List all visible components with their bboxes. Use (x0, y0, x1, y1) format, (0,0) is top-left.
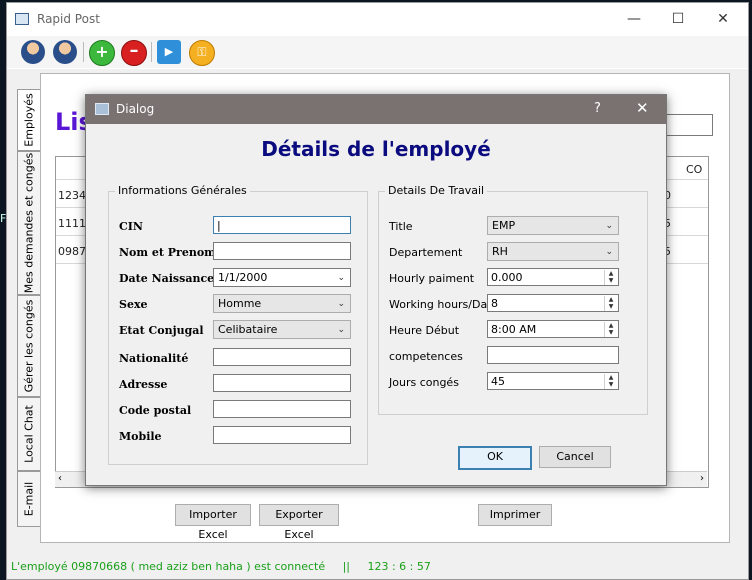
postal-label: Code postal (119, 404, 192, 417)
export-excel-button[interactable]: Exporter Excel (259, 504, 339, 541)
adresse-label: Adresse (119, 378, 168, 391)
play-icon[interactable]: ▶ (157, 40, 181, 64)
print-button[interactable]: Imprimer (478, 504, 552, 526)
remove-icon[interactable]: – (121, 40, 147, 66)
group-title: Informations Générales (115, 184, 250, 197)
jours-spinbox[interactable]: 45 ▲ ▼ (487, 372, 619, 390)
start-time-spinbox[interactable]: 8:00 AM ▲ ▼ (487, 320, 619, 338)
add-icon[interactable]: + (89, 40, 115, 66)
status-bar: L'employé 09870668 ( med aziz ben haha )… (11, 560, 431, 573)
tab-email[interactable]: E-mail (17, 471, 40, 527)
chevron-down-icon: ⌄ (605, 247, 613, 257)
dialog-close-button[interactable]: ✕ (636, 99, 649, 117)
employee-details-dialog: Dialog ? ✕ Détails de l'employé Informat… (85, 94, 667, 486)
column-header: CO (686, 163, 703, 176)
spin-arrows-icon: ▲ ▼ (604, 270, 617, 285)
nom-label: Nom et Prenom (119, 246, 216, 259)
dialog-heading: Détails de l'employé (261, 137, 491, 161)
chevron-down-icon: ⌄ (337, 325, 345, 335)
etat-select[interactable]: Celibataire ⌄ (213, 320, 351, 339)
work-details-group: Details De Travail Title EMP ⌄ Departemen… (378, 184, 648, 415)
tab-local-chat[interactable]: Local Chat (17, 397, 40, 471)
scroll-left-icon[interactable]: ‹ (58, 473, 62, 484)
hourly-label: Hourly paiment (389, 272, 475, 285)
date-picker[interactable]: 1/1/2000 ⌄ (213, 268, 351, 287)
tab-mes-demandes[interactable]: Mes demandes et congés (17, 151, 40, 295)
maximize-button[interactable]: ☐ (663, 7, 693, 31)
title-bar: Rapid Post — ☐ ✕ (7, 3, 748, 35)
sexe-select[interactable]: Homme ⌄ (213, 294, 351, 313)
tab-gerer-conges[interactable]: Gérer les congés (17, 295, 40, 397)
remove-user-icon[interactable] (53, 40, 77, 64)
tab-employes[interactable]: Employés (17, 89, 40, 151)
general-info-group: Informations Générales CIN | Nom et Pren… (108, 184, 368, 465)
chevron-down-icon: ⌄ (337, 273, 345, 283)
key-icon[interactable]: ⚿ (189, 40, 215, 66)
help-button[interactable]: ? (594, 101, 601, 116)
cin-label: CIN (119, 220, 143, 233)
mobile-input[interactable] (213, 426, 351, 444)
spin-arrows-icon: ▲ ▼ (604, 296, 617, 311)
ok-button[interactable]: OK (458, 446, 532, 470)
etat-label: Etat Conjugal (119, 324, 204, 337)
toolbar-separator (151, 42, 152, 62)
date-label: Date Naissance (119, 272, 215, 285)
import-excel-button[interactable]: Importer Excel (175, 504, 251, 541)
nationalite-label: Nationalité (119, 352, 189, 365)
add-user-icon[interactable] (21, 40, 45, 64)
nom-input[interactable] (213, 242, 351, 260)
chevron-down-icon: ⌄ (337, 299, 345, 309)
spin-arrows-icon: ▲ ▼ (604, 374, 617, 389)
hours-label: Working hours/Day (389, 298, 494, 311)
adresse-input[interactable] (213, 374, 351, 392)
hours-spinbox[interactable]: 8 ▲ ▼ (487, 294, 619, 312)
toolbar: + – ▶ ⚿ (7, 36, 748, 68)
chevron-down-icon: ⌄ (605, 221, 613, 231)
cin-input[interactable]: | (213, 216, 351, 234)
mobile-label: Mobile (119, 430, 162, 443)
toolbar-separator (83, 42, 84, 62)
dialog-app-icon (95, 103, 109, 115)
dialog-title-bar: Dialog ? ✕ (86, 95, 666, 124)
scroll-right-icon[interactable]: › (700, 473, 704, 484)
cancel-button[interactable]: Cancel (539, 446, 611, 468)
hourly-spinbox[interactable]: 0.000 ▲ ▼ (487, 268, 619, 286)
dept-select[interactable]: RH ⌄ (487, 242, 619, 261)
close-button[interactable]: ✕ (708, 7, 738, 31)
minimize-button[interactable]: — (619, 7, 649, 31)
dialog-title: Dialog (116, 102, 155, 116)
postal-input[interactable] (213, 400, 351, 418)
start-label: Heure Début (389, 324, 460, 337)
spin-arrows-icon: ▲ ▼ (604, 322, 617, 337)
competences-input[interactable] (487, 346, 619, 364)
competences-label: competences (389, 350, 463, 363)
group-title: Details De Travail (385, 184, 488, 197)
sexe-label: Sexe (119, 298, 148, 311)
dept-label: Departement (389, 246, 463, 259)
jours-label: Jours congés (389, 376, 459, 389)
title-select[interactable]: EMP ⌄ (487, 216, 619, 235)
window-title: Rapid Post (37, 12, 100, 26)
nationalite-input[interactable] (213, 348, 351, 366)
title-label: Title (389, 220, 413, 233)
app-icon (15, 13, 29, 25)
